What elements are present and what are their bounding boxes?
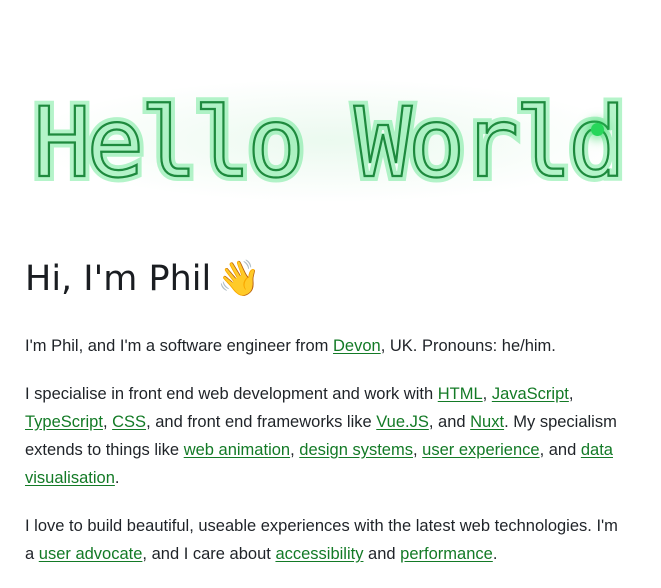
intro-paragraph-3: I love to build beautiful, useable exper… bbox=[25, 517, 618, 563]
intro-content: I'm Phil, and I'm a software engineer fr… bbox=[25, 332, 630, 588]
user-advocate-link[interactable]: user advocate bbox=[39, 545, 143, 563]
hello-world-text: Hello World bbox=[33, 87, 627, 199]
accessibility-link[interactable]: accessibility bbox=[275, 545, 363, 563]
vuejs-link[interactable]: Vue.JS bbox=[376, 413, 429, 431]
css-link[interactable]: CSS bbox=[112, 413, 146, 431]
javascript-link[interactable]: JavaScript bbox=[492, 385, 569, 403]
intro-paragraph-1: I'm Phil, and I'm a software engineer fr… bbox=[25, 337, 556, 355]
typescript-link[interactable]: TypeScript bbox=[25, 413, 103, 431]
page-heading: Hi, I'm Phil 👋 bbox=[25, 258, 261, 299]
devon-link[interactable]: Devon bbox=[333, 337, 381, 355]
waving-hand-icon: 👋 bbox=[217, 259, 261, 299]
html-link[interactable]: HTML bbox=[438, 385, 483, 403]
nuxt-link[interactable]: Nuxt bbox=[470, 413, 504, 431]
user-experience-link[interactable]: user experience bbox=[422, 441, 539, 459]
design-systems-link[interactable]: design systems bbox=[299, 441, 413, 459]
page: Hello World Hello World Hi, I'm Phil 👋 I'… bbox=[0, 0, 661, 582]
heading-text: Hi, I'm Phil bbox=[25, 259, 212, 299]
glowing-cursor-dot bbox=[591, 123, 604, 136]
performance-link[interactable]: performance bbox=[400, 545, 493, 563]
hello-world-art: Hello World Hello World bbox=[28, 82, 631, 203]
web-animation-link[interactable]: web animation bbox=[184, 441, 290, 459]
hello-world-banner: Hello World Hello World bbox=[25, 78, 635, 203]
intro-paragraph-2: I specialise in front end web developmen… bbox=[25, 385, 617, 487]
